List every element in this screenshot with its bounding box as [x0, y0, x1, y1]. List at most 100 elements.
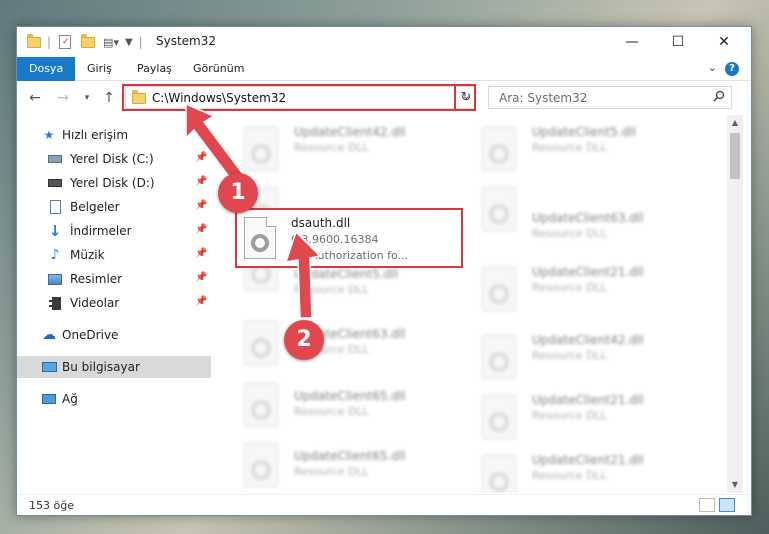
sidebar-item-quick-access[interactable]: ★ Hızlı erişim [17, 124, 211, 146]
dll-file-icon [244, 383, 278, 427]
separator: | [138, 35, 143, 49]
pin-icon[interactable]: 📌 [195, 248, 207, 259]
list-item[interactable]: UpdateClient42.dll Resource DLL [236, 121, 436, 181]
list-item[interactable]: UpdateClient21.dll Resource DLL [474, 261, 674, 321]
sidebar-item-label: Yerel Disk (C:) [70, 152, 154, 166]
item-count: 153 öğe [29, 499, 74, 512]
file-description: Resource DLL [294, 405, 369, 418]
maximize-button[interactable]: ☐ [655, 27, 701, 57]
sidebar-item-local-disk-d[interactable]: Yerel Disk (D:) 📌 [17, 172, 211, 194]
pin-icon[interactable]: 📌 [195, 224, 207, 235]
drive-icon [47, 151, 63, 167]
sidebar-item-label: Belgeler [70, 200, 120, 214]
sidebar-item-this-pc[interactable]: Bu bilgisayar [17, 356, 211, 378]
file-description: DS Authorization fo... [291, 249, 409, 262]
scroll-up-button[interactable]: ▲ [727, 115, 743, 131]
sidebar-item-downloads[interactable]: ↓ İndirmeler 📌 [17, 220, 211, 242]
dll-file-icon [482, 267, 516, 311]
minimize-button[interactable]: — [609, 27, 655, 57]
sidebar-item-music[interactable]: ♪ Müzik 📌 [17, 244, 211, 266]
sidebar-item-network[interactable]: Ağ [17, 388, 211, 410]
vertical-scrollbar[interactable]: ▲ ▼ [727, 115, 743, 493]
file-name: UpdateClient42.dll [532, 333, 644, 347]
ribbon-tabs: Dosya Giriş Paylaş Görünüm ⌄ ? [17, 57, 751, 81]
new-folder-icon[interactable] [81, 33, 96, 48]
chevron-down-icon[interactable]: ▼ [125, 37, 133, 48]
documents-icon [47, 199, 63, 215]
dll-file-icon [482, 455, 516, 493]
sidebar-item-onedrive[interactable]: ☁ OneDrive [17, 324, 211, 346]
sidebar-item-pictures[interactable]: Resimler 📌 [17, 268, 211, 290]
file-list: UpdateClient42.dll Resource DLL UpdateCl… [222, 115, 729, 493]
window-title: System32 [156, 34, 217, 48]
list-item[interactable]: UpdateClient63.dll Resource DLL [474, 181, 674, 241]
file-name: UpdateClient5.dll [532, 125, 636, 139]
sidebar-item-label: Ağ [62, 392, 78, 406]
list-item[interactable]: UpdateClient5.dll Resource DLL [474, 121, 674, 181]
refresh-button[interactable]: ↻ [458, 88, 474, 108]
tab-file[interactable]: Dosya [17, 57, 76, 81]
file-description: Resource DLL [532, 469, 607, 482]
scroll-thumb[interactable] [730, 133, 740, 179]
file-description: Resource DLL [294, 141, 369, 154]
file-name: UpdateClient65.dll [294, 449, 406, 463]
sidebar-item-label: İndirmeler [70, 224, 132, 238]
folder-icon [132, 90, 146, 104]
properties-icon[interactable]: ✓ [59, 35, 72, 49]
sidebar-item-local-disk-c[interactable]: Yerel Disk (C:) 📌 [17, 148, 211, 170]
file-version: 6.3.9600.16384 [291, 233, 379, 246]
help-button[interactable]: ? [725, 62, 739, 76]
status-bar: 153 öğe [17, 494, 751, 516]
forward-button[interactable]: → [53, 88, 73, 108]
dll-file-icon [244, 443, 278, 487]
pin-icon[interactable]: 📌 [195, 296, 207, 307]
list-item[interactable]: UpdateClient65.dll Resource DLL [236, 377, 436, 437]
list-item[interactable]: UpdateClient42.dll Resource DLL [474, 329, 674, 389]
file-name: UpdateClient5.dll [294, 267, 398, 281]
scroll-down-button[interactable]: ▼ [727, 477, 743, 493]
back-button[interactable]: ← [25, 88, 45, 108]
chevron-down-icon[interactable]: ⌄ [708, 61, 717, 74]
list-item[interactable]: UpdateClient21.dll Resource DLL [474, 389, 674, 449]
dll-file-icon [244, 321, 278, 365]
list-item[interactable]: UpdateClient63.dll Resource DLL [236, 315, 436, 375]
pin-icon[interactable]: 📌 [195, 272, 207, 283]
pictures-icon [47, 271, 63, 287]
file-description: Resource DLL [294, 465, 369, 478]
navigation-bar: ← → ▾ ↑ C:\Windows\System32 ⌄ ↻ Ara: Sys… [17, 82, 751, 114]
address-bar[interactable]: C:\Windows\System32 ⌄ [125, 86, 476, 109]
computer-icon [41, 359, 57, 375]
highlighted-file-dsauth[interactable]: dsauth.dll 6.3.9600.16384 DS Authorizati… [235, 208, 463, 268]
sidebar-item-videos[interactable]: Videolar 📌 [17, 292, 211, 314]
details-view-button[interactable] [699, 498, 715, 512]
sidebar-item-label: Videolar [70, 296, 120, 310]
sidebar-item-documents[interactable]: Belgeler 📌 [17, 196, 211, 218]
file-description: Resource DLL [532, 349, 607, 362]
recent-locations-button[interactable]: ▾ [77, 88, 97, 108]
search-input[interactable]: Ara: System32 [488, 86, 732, 109]
dll-file-icon [244, 217, 276, 259]
sidebar-item-label: Hızlı erişim [62, 128, 129, 142]
drive-icon [47, 175, 63, 191]
tab-home[interactable]: Giriş [87, 57, 112, 81]
list-item[interactable]: UpdateClient21.dll Resource DLL [474, 449, 674, 493]
up-button[interactable]: ↑ [99, 88, 119, 108]
tab-share[interactable]: Paylaş [137, 57, 172, 81]
videos-icon [47, 295, 63, 311]
cloud-icon: ☁ [42, 327, 56, 343]
sidebar-item-label: Resimler [70, 272, 123, 286]
separator: | [47, 35, 52, 49]
navigation-pane: ★ Hızlı erişim Yerel Disk (C:) 📌 Yerel D… [17, 122, 211, 494]
tiles-view-button[interactable] [719, 498, 735, 512]
step-1-badge: 1 [218, 173, 258, 213]
search-placeholder: Ara: System32 [499, 91, 588, 105]
network-icon [41, 391, 57, 407]
tab-view[interactable]: Görünüm [193, 57, 244, 81]
list-item[interactable]: UpdateClient65.dll Resource DLL [236, 437, 436, 493]
pin-icon[interactable]: 📌 [195, 200, 207, 211]
pin-icon[interactable]: 📌 [195, 152, 207, 163]
customize-toolbar-icon[interactable]: ▤▾ [103, 36, 119, 49]
close-button[interactable]: ✕ [701, 27, 747, 57]
music-icon: ♪ [50, 247, 60, 263]
pin-icon[interactable]: 📌 [195, 176, 207, 187]
